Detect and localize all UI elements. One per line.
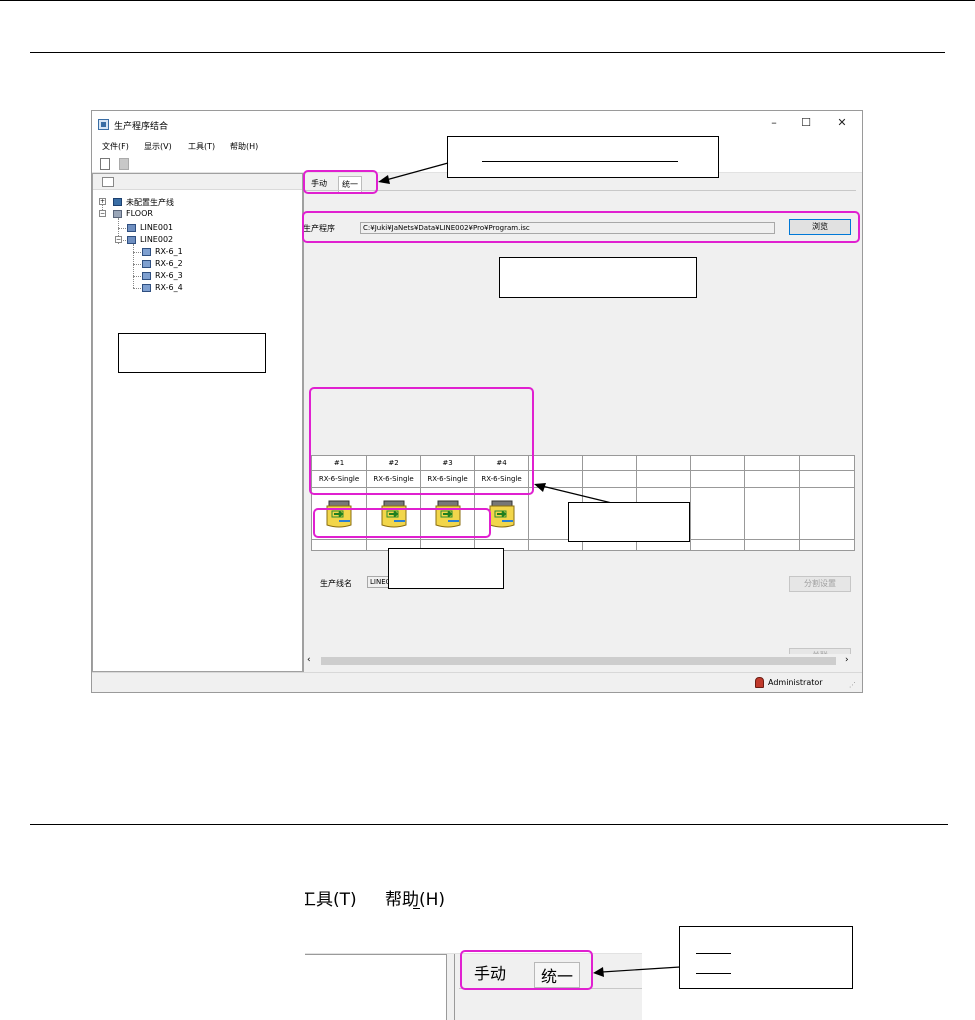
grid-model-cell	[691, 471, 745, 488]
callout-underline	[696, 953, 731, 954]
line-name-label: 生产线名	[320, 579, 352, 588]
grid-header-cell	[583, 456, 637, 471]
machine-node-icon	[142, 284, 151, 292]
section-rule-1	[30, 52, 945, 53]
menu-file[interactable]: 文件(F)	[102, 141, 129, 152]
resize-grip-icon[interactable]: ⋰	[849, 681, 856, 689]
app-icon	[98, 119, 109, 130]
pane-splitter[interactable]	[303, 173, 304, 672]
callout-arrow	[593, 966, 681, 977]
tree-connector	[133, 288, 141, 289]
grid-header-cell	[745, 456, 800, 471]
tree-settings-icon[interactable]	[102, 177, 114, 187]
grid-model-cell	[637, 471, 691, 488]
grid-footer-cell	[691, 540, 745, 550]
machine-node-icon	[142, 248, 151, 256]
inset-menu-tools[interactable]: 工具(T)	[305, 885, 357, 910]
window-title: 生产程序结合	[114, 122, 169, 132]
callout-arrow	[378, 162, 449, 184]
mounter-machine-icon	[489, 500, 515, 528]
top-rule	[0, 0, 975, 1]
line-icon	[127, 236, 136, 244]
callout-box	[679, 926, 853, 989]
scroll-right-icon[interactable]: ›	[845, 655, 849, 665]
grid-machine-cell[interactable]	[691, 488, 745, 540]
collapse-toggle[interactable]: −	[99, 210, 106, 217]
current-user: Administrator	[768, 678, 823, 687]
menu-tools[interactable]: 工具(T)	[188, 141, 215, 152]
grid-machine-cell[interactable]	[800, 488, 854, 540]
user-icon	[755, 677, 764, 688]
new-file-icon[interactable]	[100, 158, 110, 170]
inset-menu-bar: 工具(T) 帮助(H)	[305, 875, 642, 919]
menu-help[interactable]: 帮助(H)	[230, 141, 258, 152]
tree-item-machine[interactable]: RX-6_2	[155, 259, 183, 268]
tree-connector	[133, 264, 141, 265]
tree-connector	[133, 252, 141, 253]
grid-model-cell	[800, 471, 854, 488]
callout-underline	[696, 973, 731, 974]
grid-header-cell	[637, 456, 691, 471]
tree-item-machine[interactable]: RX-6_3	[155, 271, 183, 280]
horizontal-scrollbar[interactable]: ‹ ›	[303, 654, 856, 668]
grid-header-cell	[800, 456, 854, 471]
grid-model-cell	[745, 471, 800, 488]
line-name-highlight	[313, 508, 491, 538]
tree-item-line001[interactable]: LINE001	[140, 223, 173, 232]
tab-highlight	[303, 170, 378, 194]
save-icon[interactable]	[119, 158, 129, 170]
callout-box	[499, 257, 697, 298]
line-tree-pane: + 未配置生产线 − FLOOR LINE001 − LINE002 RX-6_…	[92, 173, 303, 672]
split-setting-button[interactable]: 分割设置	[789, 576, 851, 592]
help-mnemonic-underline	[413, 908, 420, 909]
callout-box	[118, 333, 266, 373]
minimize-button[interactable]: –	[764, 115, 784, 131]
machine-grid-highlight	[309, 387, 534, 495]
tree-connector	[133, 244, 134, 288]
tree-connector	[133, 276, 141, 277]
tree-item-unassigned[interactable]: 未配置生产线	[126, 197, 174, 208]
inset-tab-highlight	[460, 950, 593, 990]
grid-footer-cell	[800, 540, 854, 550]
title-bar: 生产程序结合 – ☐ ✕	[92, 111, 862, 137]
tree-item-machine[interactable]: RX-6_4	[155, 283, 183, 292]
expand-toggle[interactable]: +	[99, 198, 106, 205]
maximize-button[interactable]: ☐	[796, 115, 816, 131]
callout-box	[447, 136, 719, 178]
callout-underline	[482, 161, 678, 162]
scroll-left-icon[interactable]: ‹	[307, 655, 311, 665]
line-icon	[127, 224, 136, 232]
floor-icon	[113, 210, 122, 218]
machine-node-icon	[142, 260, 151, 268]
menu-view[interactable]: 显示(V)	[144, 141, 172, 152]
tree-item-line002[interactable]: LINE002	[140, 235, 173, 244]
inset-toolbar	[305, 919, 642, 954]
inset-splitter	[454, 954, 455, 1020]
zoomed-menu-inset: 工具(T) 帮助(H) 手动 统一	[305, 875, 642, 1020]
callout-box	[568, 502, 690, 542]
grid-footer-cell	[312, 540, 367, 550]
grid-machine-cell[interactable]	[745, 488, 800, 540]
close-button[interactable]: ✕	[832, 115, 852, 131]
callout-box	[388, 548, 504, 589]
unassigned-line-icon	[113, 198, 122, 206]
collapse-toggle[interactable]: −	[115, 236, 122, 243]
tree-toolbar	[93, 174, 302, 190]
tree-item-machine[interactable]: RX-6_1	[155, 247, 183, 256]
section-rule-2	[30, 824, 948, 825]
grid-footer-cell	[745, 540, 800, 550]
grid-header-cell	[529, 456, 583, 471]
scrollbar-thumb[interactable]	[321, 657, 836, 665]
machine-node-icon	[142, 272, 151, 280]
status-bar: Administrator ⋰	[92, 672, 862, 692]
grid-header-cell	[691, 456, 745, 471]
tree-item-floor[interactable]: FLOOR	[126, 209, 153, 218]
inset-tree-pane	[305, 954, 447, 1020]
tree-connector	[118, 228, 126, 229]
program-row-highlight	[302, 211, 860, 243]
inset-menu-help[interactable]: 帮助(H)	[385, 885, 445, 910]
tab-strip-border	[303, 190, 856, 191]
